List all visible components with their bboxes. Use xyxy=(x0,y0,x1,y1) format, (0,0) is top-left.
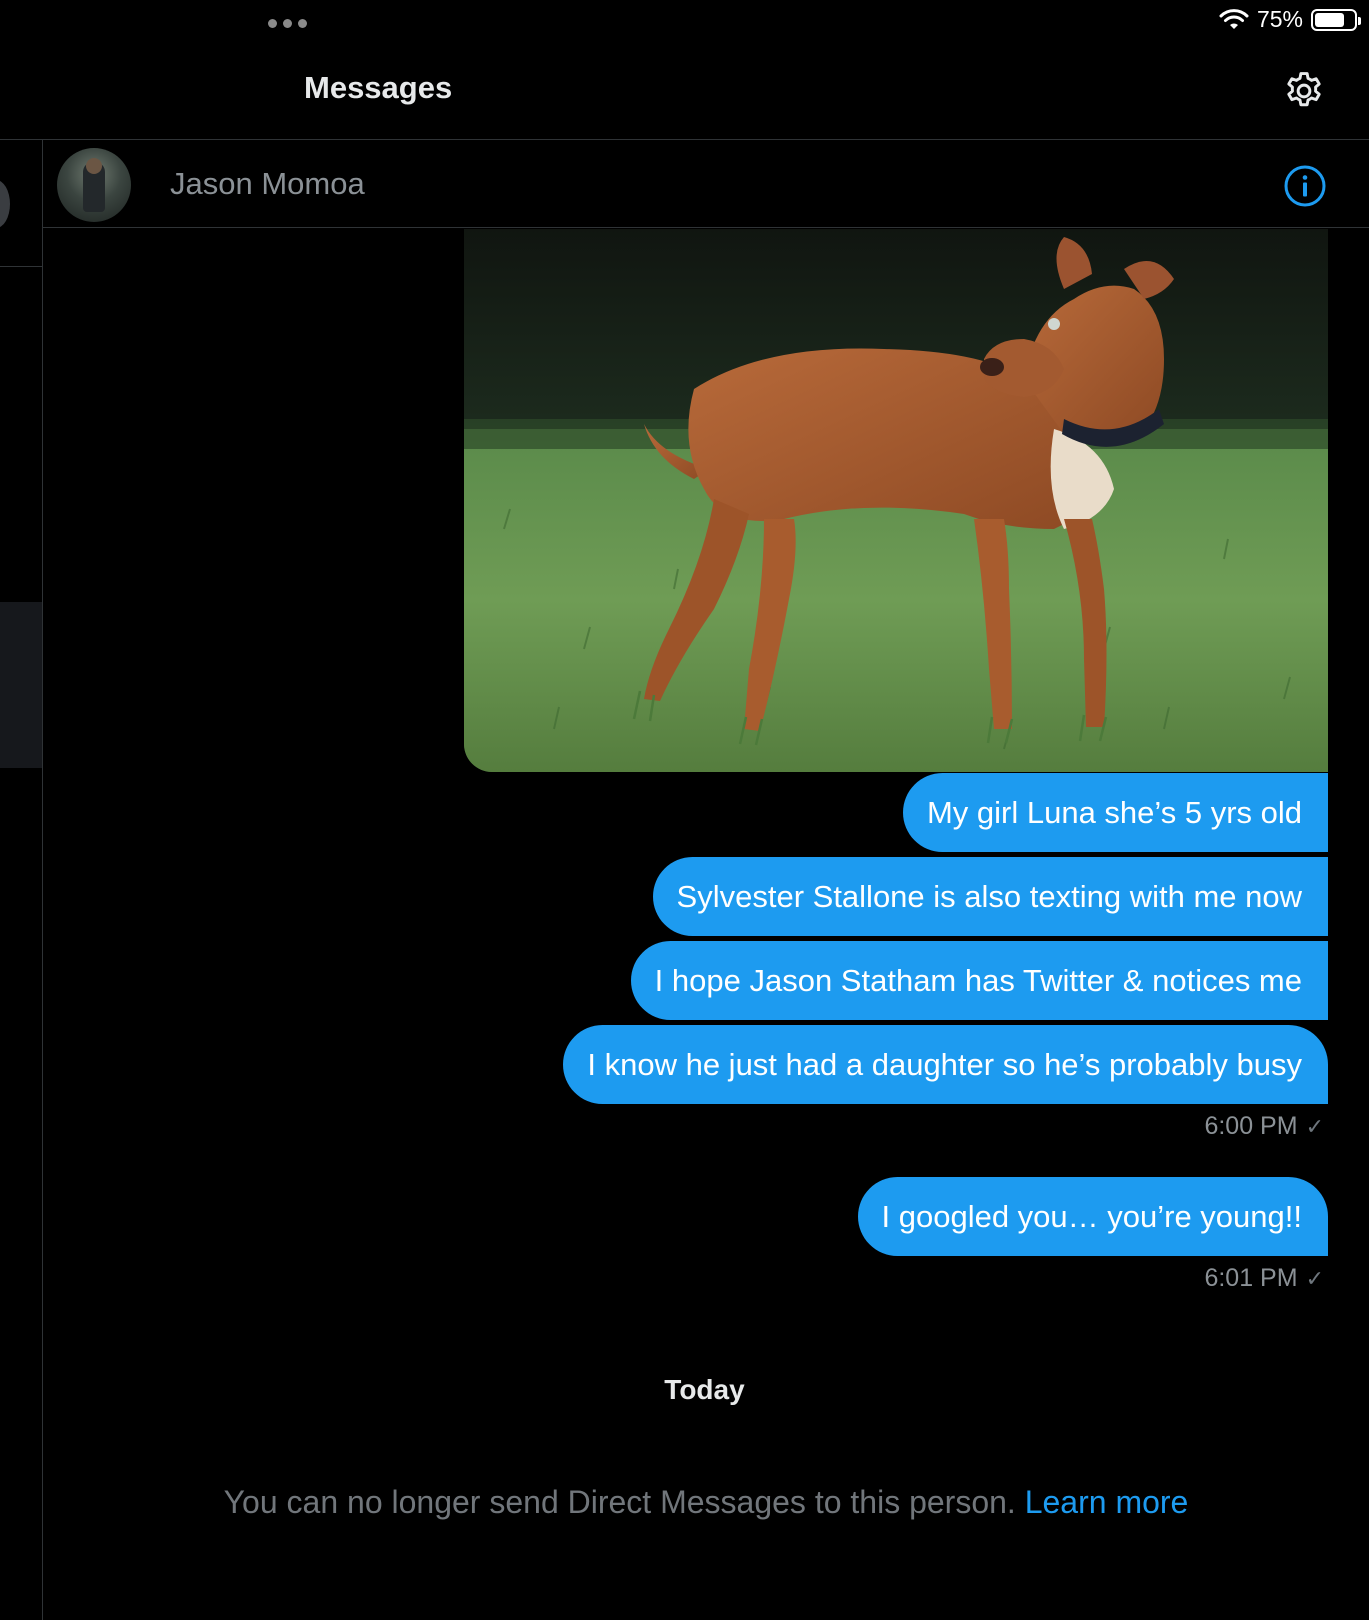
timestamp-text: 6:00 PM xyxy=(1204,1112,1298,1140)
message-bubble[interactable]: I know he just had a daughter so he’s pr… xyxy=(563,1025,1328,1104)
dot xyxy=(283,19,292,28)
message-bubble[interactable]: I hope Jason Statham has Twitter & notic… xyxy=(630,941,1328,1020)
conversation-info-button[interactable] xyxy=(1282,163,1328,209)
header-divider xyxy=(0,139,1369,140)
message-timestamp: 6:01 PM ✓ xyxy=(1204,1264,1324,1293)
dm-disabled-notice: You can no longer send Direct Messages t… xyxy=(43,1484,1369,1521)
sidebar-selected-conversation[interactable] xyxy=(0,602,42,768)
day-separator: Today xyxy=(664,1374,745,1405)
status-bar-right: 75% xyxy=(1219,6,1361,33)
message-timestamp: 6:00 PM ✓ xyxy=(1204,1112,1324,1141)
wifi-icon xyxy=(1219,8,1249,29)
dot xyxy=(268,19,277,28)
sidebar-item-partial[interactable] xyxy=(0,180,10,228)
conversation-header-divider xyxy=(43,227,1369,228)
settings-button[interactable] xyxy=(1280,67,1328,115)
gear-icon xyxy=(1287,72,1321,107)
dog-photo[interactable] xyxy=(464,229,1328,772)
dot xyxy=(298,19,307,28)
sent-check-icon: ✓ xyxy=(1305,1265,1324,1291)
message-bubble[interactable]: My girl Luna she’s 5 yrs old xyxy=(902,773,1328,852)
sidebar-row-divider xyxy=(0,266,42,267)
conversation-name[interactable]: Jason Momoa xyxy=(170,166,365,202)
avatar[interactable] xyxy=(57,148,131,222)
notice-text: You can no longer send Direct Messages t… xyxy=(223,1484,1016,1520)
battery-percent: 75% xyxy=(1256,6,1303,32)
timestamp-text: 6:01 PM xyxy=(1204,1264,1298,1292)
message-bubble[interactable]: I googled you… you’re young!! xyxy=(857,1177,1328,1256)
battery-level xyxy=(1315,12,1344,27)
sent-check-icon: ✓ xyxy=(1305,1113,1324,1139)
learn-more-link[interactable]: Learn more xyxy=(1025,1484,1189,1520)
avatar-head xyxy=(86,158,102,174)
page-title: Messages xyxy=(304,70,453,105)
multitasking-dots[interactable] xyxy=(268,19,307,28)
message-bubble[interactable]: Sylvester Stallone is also texting with … xyxy=(652,857,1328,936)
info-icon xyxy=(1284,165,1326,207)
battery-icon xyxy=(1311,8,1361,31)
